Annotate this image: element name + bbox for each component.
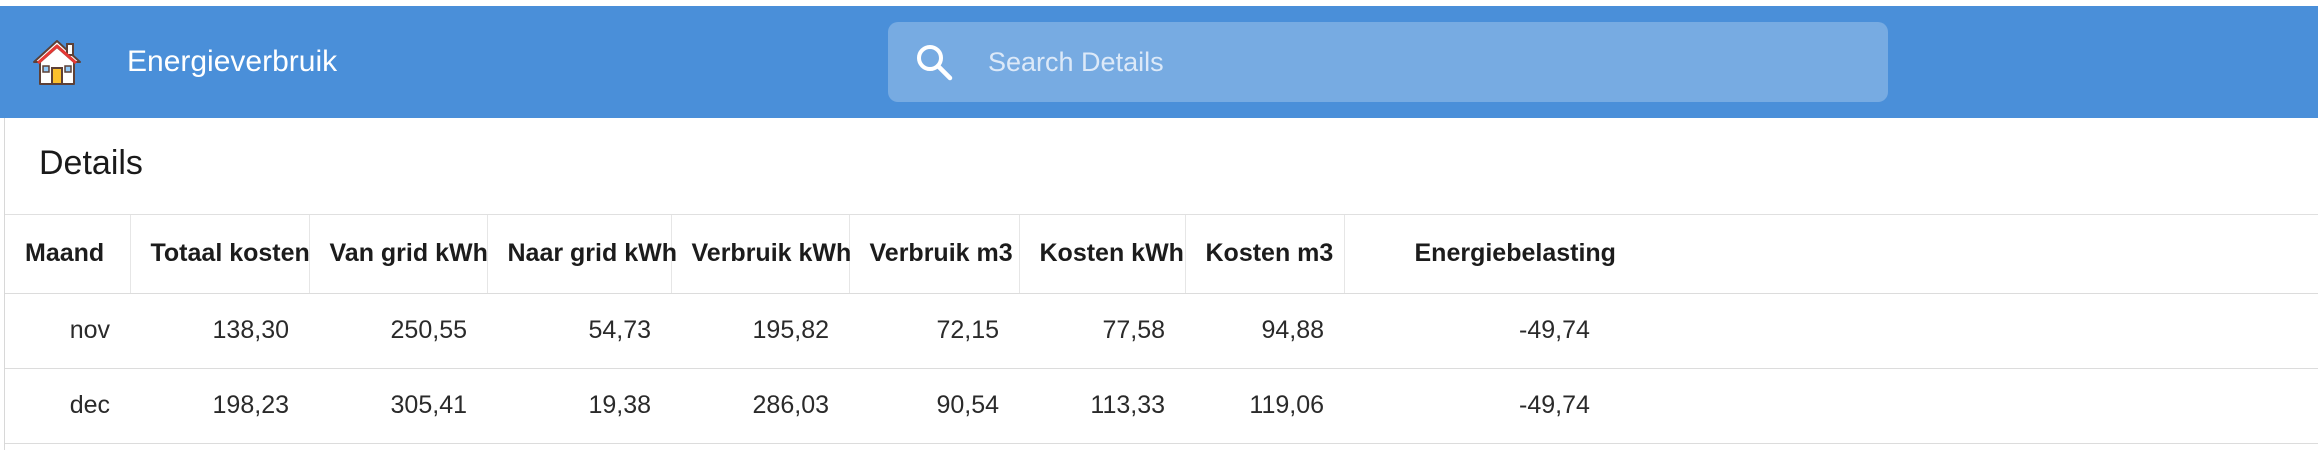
cell-verbruik-kwh: 286,03: [671, 368, 849, 444]
column-header-van-grid-kwh[interactable]: Van grid kWh: [309, 215, 488, 294]
table-header-row: Maand Totaal kosten Van grid kWh Naar gr…: [5, 215, 2318, 294]
cell-totaal-kosten: 138,30: [130, 293, 309, 369]
cell-kosten-kwh: 113,33: [1019, 368, 1185, 444]
search-input[interactable]: [988, 22, 1868, 102]
cell-verbruik-m3: 72,15: [849, 293, 1019, 369]
column-header-totaal-kosten[interactable]: Totaal kosten: [130, 215, 310, 294]
home-button[interactable]: [30, 36, 84, 90]
house-icon: [33, 40, 81, 85]
details-table: Maand Totaal kosten Van grid kWh Naar gr…: [5, 215, 2318, 444]
app-title: Energieverbruik: [127, 45, 338, 78]
column-header-kosten-m3[interactable]: Kosten m3: [1185, 215, 1345, 294]
column-header-maand[interactable]: Maand: [5, 215, 131, 294]
cell-verbruik-m3: 90,54: [849, 368, 1019, 444]
panel-title: Details: [39, 144, 143, 182]
cell-maand: dec: [5, 368, 130, 444]
cell-totaal-kosten: 198,23: [130, 368, 309, 444]
cell-van-grid-kwh: 250,55: [309, 293, 487, 369]
cell-naar-grid-kwh: 19,38: [487, 368, 671, 444]
search-box[interactable]: [888, 22, 1888, 102]
app-header: Energieverbruik: [0, 6, 2318, 118]
column-header-kosten-kwh[interactable]: Kosten kWh: [1019, 215, 1186, 294]
cell-kosten-m3: 119,06: [1185, 368, 1344, 444]
cell-van-grid-kwh: 305,41: [309, 368, 487, 444]
table-row[interactable]: nov 138,30 250,55 54,73 195,82 72,15 77,…: [5, 293, 2318, 369]
search-icon: [917, 45, 953, 81]
cell-verbruik-kwh: 195,82: [671, 293, 849, 369]
cell-maand: nov: [5, 293, 130, 369]
cell-energiebelasting: -49,74: [1344, 368, 2318, 444]
column-header-energiebelasting[interactable]: Energiebelasting: [1344, 215, 2318, 294]
column-header-naar-grid-kwh[interactable]: Naar grid kWh: [487, 215, 677, 294]
details-panel: Details Maand Totaal kosten Van grid kWh…: [4, 118, 2318, 450]
column-header-verbruik-kwh[interactable]: Verbruik kWh: [671, 215, 851, 294]
table-row[interactable]: dec 198,23 305,41 19,38 286,03 90,54 113…: [5, 368, 2318, 444]
cell-naar-grid-kwh: 54,73: [487, 293, 671, 369]
cell-kosten-m3: 94,88: [1185, 293, 1344, 369]
cell-kosten-kwh: 77,58: [1019, 293, 1185, 369]
cell-energiebelasting: -49,74: [1344, 293, 2318, 369]
column-header-verbruik-m3[interactable]: Verbruik m3: [849, 215, 1020, 294]
